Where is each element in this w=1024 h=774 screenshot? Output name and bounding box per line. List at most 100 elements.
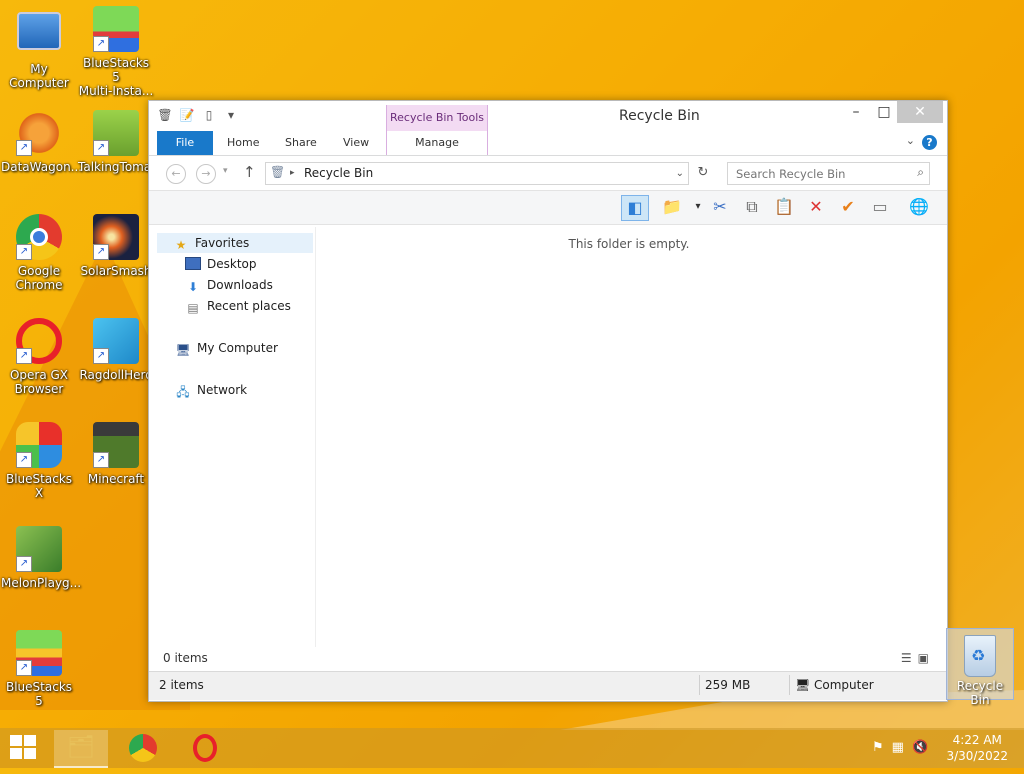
network-icon: 🖧	[176, 385, 190, 399]
nav-desktop[interactable]: Desktop	[185, 254, 257, 274]
customize-qat-dropdown-icon[interactable]: ▾	[223, 107, 239, 123]
forward-button[interactable]: →	[196, 164, 216, 184]
status-divider	[789, 675, 790, 695]
search-input[interactable]	[734, 165, 908, 183]
status-divider	[699, 675, 700, 695]
taskbar-file-explorer[interactable]: 🗂	[54, 730, 108, 768]
start-button[interactable]	[10, 735, 38, 761]
desktop-icon-bluestacks-multi-instance[interactable]: ↗ BlueStacks 5 Multi-Insta...	[78, 6, 154, 98]
melon-playground-icon: ↗	[16, 526, 62, 572]
desktop-icon	[185, 257, 201, 270]
title-bar[interactable]: 🗑 📝 ▯ ▾ Recycle Bin Tools Recycle Bin – …	[149, 101, 947, 131]
tab-home[interactable]: Home	[227, 131, 259, 155]
shortcut-arrow-icon: ↗	[16, 140, 32, 156]
rename-icon[interactable]: ▭	[867, 195, 893, 219]
paste-icon[interactable]: 📋	[771, 195, 797, 219]
empty-folder-message: This folder is empty.	[568, 237, 690, 251]
file-list-area[interactable]: This folder is empty.	[319, 227, 939, 647]
status-size: 259 MB	[705, 678, 751, 692]
desktop-icon-solar-smash[interactable]: ↗ SolarSmash	[78, 214, 154, 278]
shortcut-arrow-icon: ↗	[93, 452, 109, 468]
breadcrumb-chevron-icon[interactable]: ▸	[290, 165, 295, 182]
computer-icon: 🖥	[175, 343, 191, 357]
tab-file[interactable]: File	[157, 131, 213, 155]
expand-ribbon-icon[interactable]: ⌄	[906, 134, 915, 147]
explorer-window: 🗑 📝 ▯ ▾ Recycle Bin Tools Recycle Bin – …	[148, 100, 948, 702]
nav-recent-places[interactable]: ▤ Recent places	[185, 296, 291, 316]
address-bar[interactable]: 🗑 ▸ Recycle Bin ⌄	[265, 162, 689, 185]
desktop-icon-talking-tom[interactable]: ↗ TalkingToma...	[78, 110, 163, 174]
opera-gx-icon: ↗	[16, 318, 62, 364]
copy-icon[interactable]: ⧉	[739, 195, 765, 219]
maximize-button[interactable]: □	[869, 101, 899, 123]
preview-pane-icon[interactable]: ◧	[621, 195, 649, 221]
tab-share[interactable]: Share	[285, 131, 317, 155]
desktop-icon-bluestacks-x[interactable]: ↗ BlueStacks X	[1, 422, 77, 500]
desktop-icon-my-computer[interactable]: My Computer	[1, 8, 77, 90]
action-center-flag-icon[interactable]: ⚑	[872, 740, 892, 755]
help-icon[interactable]: ?	[922, 135, 937, 150]
nav-network[interactable]: 🖧 Network	[175, 380, 247, 400]
desktop-icon-melon-playground[interactable]: ↗ MelonPlayg...	[1, 526, 81, 590]
refresh-button[interactable]: ↻	[693, 163, 713, 183]
ragdoll-hero-icon: ↗	[93, 318, 139, 364]
search-box[interactable]: ⌕	[727, 162, 930, 185]
tab-view[interactable]: View	[343, 131, 369, 155]
delete-icon[interactable]: ✕	[803, 195, 829, 219]
desktop-icon-label: Minecraft	[87, 472, 145, 486]
up-button[interactable]: ↑	[243, 163, 256, 181]
windows-logo-icon	[24, 735, 36, 746]
internet-globe-icon[interactable]: 🌐	[906, 195, 932, 219]
organize-folder-icon[interactable]: 📁	[659, 195, 685, 219]
taskbar: 🗂 ⚑▦🔇 4:22 AM 3/30/2022	[0, 728, 1024, 768]
system-tray: ⚑▦🔇	[872, 740, 936, 755]
desktop-icon-datawagon[interactable]: ↗ DataWagon...	[1, 110, 82, 174]
clock-date: 3/30/2022	[946, 749, 1008, 763]
new-folder-icon[interactable]: ▯	[201, 107, 217, 123]
desktop-icon-label: BlueStacks 5 Multi-Insta...	[78, 56, 154, 98]
tab-manage[interactable]: Manage	[386, 131, 488, 155]
details-view-icon[interactable]: ☰	[901, 651, 918, 665]
shortcut-arrow-icon: ↗	[16, 660, 32, 676]
properties-icon[interactable]: 📝	[179, 107, 195, 123]
search-icon[interactable]: ⌕	[917, 165, 924, 180]
desktop-icon-opera-gx[interactable]: ↗ Opera GX Browser	[1, 318, 77, 396]
taskbar-chrome[interactable]	[116, 730, 170, 766]
bluestacks-x-icon: ↗	[16, 422, 62, 468]
back-button[interactable]: ←	[166, 164, 186, 184]
large-icons-view-icon[interactable]: ▣	[918, 651, 935, 665]
nav-favorites[interactable]: ★ Favorites	[157, 233, 313, 253]
desktop-icon-recycle-bin[interactable]: Recycle Bin	[946, 628, 1014, 707]
address-dropdown-icon[interactable]: ⌄	[676, 165, 684, 182]
my-computer-icon	[17, 12, 61, 50]
navigation-pane: ★ Favorites Desktop ⬇ Downloads ▤ Recent pl…	[157, 227, 316, 647]
desktop-icon-bluestacks-5[interactable]: ↗ BlueStacks 5	[1, 630, 77, 708]
nav-label: My Computer	[197, 341, 278, 355]
close-button[interactable]: ✕	[897, 101, 943, 123]
nav-downloads[interactable]: ⬇ Downloads	[185, 275, 273, 295]
desktop-icon-label: Recycle Bin	[956, 679, 1004, 707]
recent-locations-dropdown-icon[interactable]: ▾	[223, 166, 228, 176]
desktop-icon-label: BlueStacks 5	[5, 680, 73, 708]
nav-label: Favorites	[195, 236, 250, 250]
cut-icon[interactable]: ✂	[707, 195, 733, 219]
restore-checkmark-icon[interactable]: ✔	[835, 195, 861, 219]
breadcrumb-recycle-bin[interactable]: Recycle Bin	[304, 165, 373, 182]
minimize-button[interactable]: –	[841, 101, 871, 123]
clock[interactable]: 4:22 AM 3/30/2022	[946, 732, 1008, 764]
shortcut-arrow-icon: ↗	[93, 348, 109, 364]
desktop-icon-chrome[interactable]: ↗ Google Chrome	[1, 214, 77, 292]
nav-label: Network	[197, 383, 248, 397]
network-status-icon[interactable]: ▦	[892, 740, 912, 755]
recycle-bin-icon	[964, 635, 996, 677]
windows-logo-icon	[10, 748, 22, 759]
shortcut-arrow-icon: ↗	[16, 556, 32, 572]
volume-muted-icon[interactable]: 🔇	[912, 740, 936, 755]
chrome-icon: ↗	[16, 214, 62, 260]
taskbar-opera-gx[interactable]	[178, 730, 232, 766]
opera-gx-icon	[193, 734, 217, 762]
desktop-icon-ragdoll-hero[interactable]: ↗ RagdollHero	[78, 318, 154, 382]
windows-logo-icon	[10, 735, 22, 746]
nav-my-computer[interactable]: 🖥 My Computer	[175, 338, 278, 358]
desktop-icon-minecraft[interactable]: ↗ Minecraft	[78, 422, 154, 486]
